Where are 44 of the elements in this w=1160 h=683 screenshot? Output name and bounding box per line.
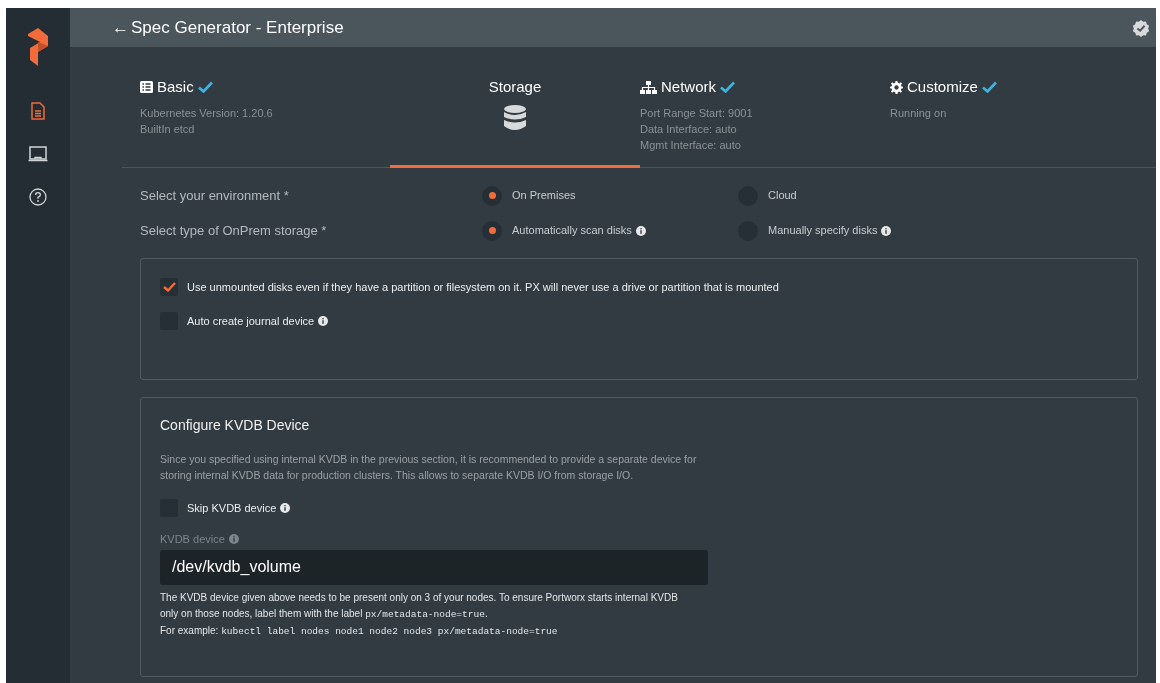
field-label: KVDB device [160, 532, 225, 547]
step-title: Network [661, 77, 716, 97]
help-icon[interactable] [29, 188, 47, 206]
checkbox[interactable] [160, 278, 178, 296]
checkbox-label: Auto create journal device [187, 313, 315, 329]
back-button[interactable]: ← [112, 14, 129, 41]
step-detail: Mgmt Interface: auto [640, 137, 742, 153]
document-icon[interactable] [31, 102, 45, 120]
step-detail: Data Interface: auto [640, 121, 738, 137]
verified-badge-icon [1132, 18, 1150, 37]
step-detail: Kubernetes Version: 1.20.6 [140, 105, 274, 121]
section-description: Since you specified using internal KVDB in the previous section, it is recommended to provide a separate device for storing internal KVDB data for production clusters. This allows to separate KVDB I/O from storage I/O. [160, 452, 698, 483]
laptop-icon[interactable] [28, 146, 48, 162]
step-title: Customize [907, 77, 978, 97]
checkbox-label: Skip KVDB device [187, 500, 277, 516]
step-title: Storage [488, 77, 542, 97]
step-tab[interactable]: Storage [390, 76, 640, 167]
step-tab[interactable]: Customize Running on [890, 76, 1140, 167]
database-icon [504, 104, 526, 131]
logo-icon [26, 28, 50, 66]
kvdb-device-field[interactable]: /dev/kvdb_volume [160, 549, 708, 585]
field-label: Select type of OnPrem storage * [140, 221, 328, 240]
step-detail: BuiltIn etcd [140, 121, 196, 137]
step-tab[interactable]: Basic Kubernetes Version: 1.20.6 BuiltIn etcd [122, 76, 390, 167]
step-tab[interactable]: Network Port Range Start: 9001 Data Interface: auto Mgmt Interface: auto [640, 76, 890, 167]
radio-button[interactable] [482, 220, 502, 241]
list-icon [140, 81, 153, 94]
field-label: Select your environment * [140, 186, 290, 205]
help-text: The KVDB device given above needs to be present only on 3 of your nodes. To ensure Portworx starts internal KVDB only on those nodes, label them with the label px/metadata-node=true. [160, 590, 679, 622]
info-icon [228, 534, 239, 545]
radio-label: Cloud [768, 188, 797, 204]
help-text: For example: kubectl label nodes node1 node2 node3 px/metadata-node=true [160, 623, 559, 639]
step-detail: Running on [890, 105, 948, 121]
gear-icon [890, 80, 903, 94]
checkbox-label: Use unmounted disks even if they have a partition or filesystem on it. PX will never use a drive or partition that is mounted [187, 279, 779, 295]
radio-label: Manually specify disks [768, 223, 878, 239]
step-title: Basic [157, 77, 194, 97]
radio-button[interactable] [482, 185, 502, 206]
page-title: Spec Generator - Enterprise [131, 16, 344, 39]
radio-label: On Premises [512, 188, 576, 204]
step-detail: Port Range Start: 9001 [640, 105, 754, 121]
radio-label: Automatically scan disks [512, 223, 632, 239]
section-title: Configure KVDB Device [160, 416, 311, 435]
sitemap-icon [640, 80, 657, 94]
